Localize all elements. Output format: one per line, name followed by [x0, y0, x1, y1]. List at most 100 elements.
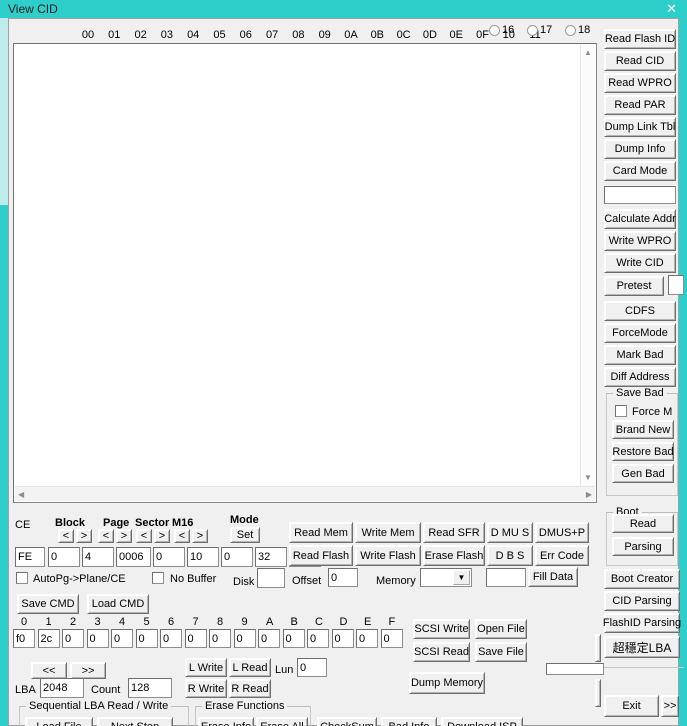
block-prev-button[interactable]: < [58, 529, 74, 543]
radio-dot-icon[interactable] [565, 24, 576, 36]
page-field[interactable]: 0006 [116, 547, 151, 567]
checksum-button[interactable]: CheckSum [317, 717, 377, 726]
scroll-up-icon[interactable]: ▲ [584, 49, 592, 57]
next-step-button[interactable]: Next Step [97, 717, 173, 726]
write-flash-button[interactable]: Write Flash [355, 545, 421, 566]
close-icon[interactable]: ✕ [666, 1, 677, 17]
scroll-down-icon[interactable]: ▼ [584, 474, 592, 482]
load-cmd-button[interactable]: Load CMD [87, 594, 149, 614]
scroll-right-icon[interactable]: ▶ [586, 491, 592, 499]
m16-field-1[interactable]: 10 [187, 547, 219, 567]
lun-field[interactable]: 0 [297, 658, 327, 677]
radio-dot-icon[interactable] [489, 24, 500, 36]
cmd-value-field-0[interactable]: f0 [13, 629, 35, 648]
bad-info-button[interactable]: Bad Info [381, 717, 437, 726]
right-stub-field-1[interactable] [546, 663, 604, 675]
pretest-value-field[interactable] [668, 275, 684, 295]
read-mem-button[interactable]: Read Mem [289, 522, 353, 543]
right-panel-text-field[interactable] [604, 186, 676, 204]
cmd-value-field-5[interactable]: 0 [135, 629, 158, 648]
diff-address-button[interactable]: Diff Address [604, 367, 676, 387]
cmd-value-field-7[interactable]: 0 [184, 629, 207, 648]
sector-next-button[interactable]: > [154, 529, 170, 543]
radio-17[interactable]: 17 [527, 24, 552, 36]
cmd-value-field-1[interactable]: 2c [37, 629, 60, 648]
no-buffer-checkbox[interactable] [152, 572, 164, 584]
dmus-p-button[interactable]: DMUS+P [535, 522, 589, 543]
block-field-1[interactable]: 0 [48, 547, 80, 567]
lba-next-button[interactable]: >> [70, 662, 106, 679]
m16-field-2[interactable]: 0 [221, 547, 253, 567]
load-file-button[interactable]: Load File [25, 717, 93, 726]
read-par-button[interactable]: Read PAR [604, 95, 676, 115]
cmd-value-field-9[interactable]: 0 [233, 629, 256, 648]
hex-data-list[interactable]: ▲ ▼ ◀ ▶ [13, 43, 597, 503]
lba-prev-button[interactable]: << [31, 662, 67, 679]
autopg-checkbox[interactable] [16, 572, 28, 584]
gen-bad-button[interactable]: Gen Bad [612, 464, 674, 483]
mode-set-button[interactable]: Set [230, 527, 260, 543]
disk-field[interactable] [257, 568, 285, 588]
block-next-button[interactable]: > [76, 529, 92, 543]
erase-info-button[interactable]: Erase Info [198, 717, 254, 726]
mode-field-1[interactable]: 32 [255, 547, 287, 567]
sector-field[interactable]: 0 [153, 547, 185, 567]
write-cid-button[interactable]: Write CID [604, 253, 676, 273]
block-field-2[interactable]: 4 [82, 547, 114, 567]
dump-memory-button[interactable]: Dump Memory [409, 672, 485, 694]
cmd-value-field-8[interactable]: 0 [209, 629, 231, 648]
cmd-value-field-3[interactable]: 0 [86, 629, 109, 648]
force-mode-button[interactable]: ForceMode [604, 323, 676, 343]
save-cmd-button[interactable]: Save CMD [17, 594, 79, 614]
vertical-scrollbar[interactable]: ▲ ▼ [580, 45, 595, 486]
card-mode-button[interactable]: Card Mode [604, 161, 676, 181]
sector-prev-button[interactable]: < [136, 529, 152, 543]
fill-data-button[interactable]: Fill Data [528, 567, 578, 587]
ce-field[interactable]: FE [15, 547, 45, 567]
memory-combo[interactable]: ▼ [420, 568, 472, 587]
read-cid-button[interactable]: Read CID [604, 51, 676, 71]
cmd-value-field-D[interactable]: 0 [331, 629, 354, 648]
cmd-value-field-C[interactable]: 0 [307, 629, 329, 648]
boot-parsing-button[interactable]: Parsing [612, 537, 674, 556]
err-code-button[interactable]: Err Code [535, 545, 589, 566]
super-stable-lba-button[interactable]: 超穩定LBA [604, 636, 680, 658]
open-file-button[interactable]: Open File [475, 619, 527, 639]
l-read-button[interactable]: L Read [229, 658, 271, 677]
radio-16[interactable]: 16 [489, 24, 514, 36]
m16-next-button[interactable]: > [192, 529, 208, 543]
write-mem-button[interactable]: Write Mem [355, 522, 421, 543]
cmd-value-field-E[interactable]: 0 [356, 629, 378, 648]
dump-info-button[interactable]: Dump Info [604, 139, 676, 159]
pretest-button[interactable]: Pretest [604, 276, 664, 296]
cmd-value-field-A[interactable]: 0 [258, 629, 280, 648]
cmd-value-field-6[interactable]: 0 [160, 629, 182, 648]
boot-creator-button[interactable]: Boot Creator [604, 569, 680, 589]
exit-button[interactable]: Exit [604, 695, 659, 717]
d-b-s-button[interactable]: D B S [487, 545, 533, 566]
calculate-addr-button[interactable]: Calculate Addr [604, 209, 676, 229]
scsi-read-button[interactable]: SCSI Read [413, 642, 470, 662]
d-mu-s-button[interactable]: D MU S [487, 522, 533, 543]
m16-prev-button[interactable]: < [174, 529, 190, 543]
erase-all-button[interactable]: Erase All [256, 717, 308, 726]
l-write-button[interactable]: L Write [185, 658, 227, 677]
cdfs-button[interactable]: CDFS [604, 301, 676, 321]
fill-value-field[interactable] [486, 568, 526, 587]
read-sfr-button[interactable]: Read SFR [423, 522, 485, 543]
scroll-left-icon[interactable]: ◀ [18, 491, 24, 499]
scsi-write-button[interactable]: SCSI Write [413, 619, 470, 639]
horizontal-scrollbar[interactable]: ◀ ▶ [15, 486, 595, 501]
read-wpro-button[interactable]: Read WPRO [604, 73, 676, 93]
page-next-button[interactable]: > [116, 529, 132, 543]
cmd-value-field-B[interactable]: 0 [282, 629, 305, 648]
cmd-value-field-F[interactable]: 0 [380, 629, 403, 648]
read-flash-id-button[interactable]: Read Flash ID [604, 29, 676, 49]
flashid-parsing-button[interactable]: FlashID Parsing [603, 613, 681, 633]
cmd-value-field-2[interactable]: 0 [62, 629, 84, 648]
r-write-button[interactable]: R Write [185, 679, 227, 698]
restore-bad-button[interactable]: Restore Bad [612, 442, 674, 461]
page-prev-button[interactable]: < [98, 529, 114, 543]
cmd-value-field-4[interactable]: 0 [111, 629, 133, 648]
lba-field[interactable]: 2048 [40, 678, 84, 698]
